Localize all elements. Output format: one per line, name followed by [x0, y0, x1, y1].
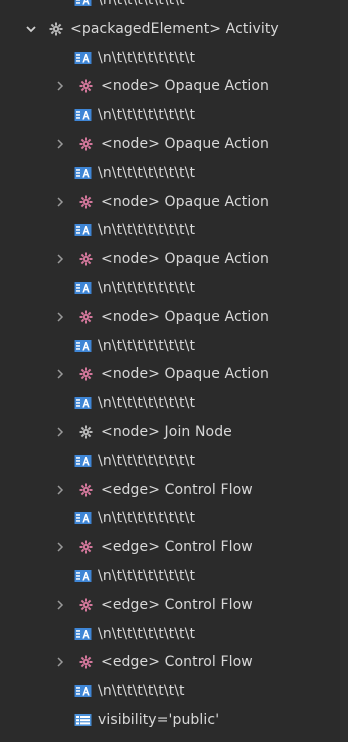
text-node-icon — [74, 166, 92, 182]
tree-row-label: <node> Opaque Action — [101, 308, 270, 325]
element-gear-icon-pink — [78, 78, 94, 94]
chevron-right-icon[interactable] — [53, 598, 67, 612]
chevron-right-icon[interactable] — [53, 483, 67, 497]
tree-row-label: <node> Opaque Action — [101, 193, 270, 210]
tree-row[interactable]: \n\t\t\t\t\t\t\t\t — [0, 447, 348, 475]
tree-row-label: \n\t\t\t\t\t\t\t\t — [98, 452, 196, 469]
xml-outline-tree[interactable]: \n\t\t\t\t\t\t\t <packagedElement> Activ… — [0, 0, 348, 742]
tree-row-label: \n\t\t\t\t\t\t\t\t — [98, 107, 196, 124]
tree-row[interactable]: <node> Opaque Action — [0, 72, 348, 100]
tree-row[interactable]: \n\t\t\t\t\t\t\t — [0, 0, 348, 14]
tree-row[interactable]: <node> Opaque Action — [0, 303, 348, 331]
text-node-icon — [74, 339, 92, 355]
tree-row-label: visibility='public' — [98, 712, 220, 728]
tree-row[interactable]: <node> Opaque Action — [0, 130, 348, 158]
element-gear-icon-gray — [48, 21, 64, 37]
attribute-icon — [74, 713, 92, 729]
chevron-right-icon[interactable] — [53, 655, 67, 669]
tree-row[interactable]: \n\t\t\t\t\t\t\t\t — [0, 620, 348, 648]
element-gear-icon-pink — [78, 539, 94, 555]
text-node-icon — [74, 51, 92, 67]
element-gear-icon-pink — [78, 597, 94, 613]
tree-row[interactable]: <edge> Control Flow — [0, 648, 348, 676]
text-node-icon — [74, 684, 92, 700]
element-gear-icon-pink — [78, 654, 94, 670]
scrollbar-track[interactable] — [340, 0, 348, 742]
text-node-icon — [74, 223, 92, 239]
element-gear-icon-pink — [78, 136, 94, 152]
tree-row-label: \n\t\t\t\t\t\t\t\t — [98, 510, 196, 527]
tree-row-label: <node> Join Node — [101, 424, 232, 440]
tree-row-label: <node> Opaque Action — [101, 251, 270, 268]
element-gear-icon-pink — [78, 309, 94, 325]
tree-row[interactable]: \n\t\t\t\t\t\t\t\t — [0, 562, 348, 590]
tree-row-label: <packagedElement> Activity — [70, 20, 279, 37]
tree-row[interactable]: <edge> Control Flow — [0, 476, 348, 504]
chevron-right-icon[interactable] — [53, 310, 67, 324]
tree-row-label: \n\t\t\t\t\t\t\t\t — [98, 395, 196, 412]
text-node-icon — [74, 281, 92, 297]
chevron-right-icon[interactable] — [53, 137, 67, 151]
tree-row-label: \n\t\t\t\t\t\t\t\t — [98, 49, 196, 66]
tree-row-label: \n\t\t\t\t\t\t\t\t — [98, 164, 196, 181]
chevron-right-icon[interactable] — [53, 367, 67, 381]
tree-row[interactable]: \n\t\t\t\t\t\t\t\t — [0, 274, 348, 302]
tree-row-label: \n\t\t\t\t\t\t\t\t — [98, 222, 196, 239]
tree-row[interactable]: <packagedElement> Activity — [0, 15, 348, 43]
tree-row[interactable]: \n\t\t\t\t\t\t\t — [0, 677, 348, 705]
tree-row[interactable]: \n\t\t\t\t\t\t\t\t — [0, 389, 348, 417]
tree-row-label: \n\t\t\t\t\t\t\t\t — [98, 625, 196, 642]
tree-row-label: \n\t\t\t\t\t\t\t — [98, 683, 185, 700]
tree-row[interactable]: <edge> Control Flow — [0, 591, 348, 619]
element-gear-icon-pink — [78, 194, 94, 210]
chevron-right-icon[interactable] — [53, 252, 67, 266]
tree-row-label: <node> Opaque Action — [101, 78, 270, 95]
element-gear-icon-pink — [78, 482, 94, 498]
text-node-icon — [74, 569, 92, 585]
text-node-icon — [74, 627, 92, 643]
tree-row-label: \n\t\t\t\t\t\t\t\t — [98, 280, 196, 296]
tree-row[interactable]: visibility='public' — [0, 706, 348, 734]
tree-row[interactable]: \n\t\t\t\t\t\t\t\t — [0, 159, 348, 187]
chevron-right-icon[interactable] — [53, 425, 67, 439]
tree-row[interactable]: \n\t\t\t\t\t\t\t\t — [0, 332, 348, 360]
tree-row-label: \n\t\t\t\t\t\t\t\t — [98, 337, 196, 354]
text-node-icon — [74, 454, 92, 470]
text-node-icon — [74, 396, 92, 412]
tree-row[interactable]: \n\t\t\t\t\t\t\t\t — [0, 101, 348, 129]
tree-row[interactable]: <edge> Control Flow — [0, 533, 348, 561]
tree-row[interactable]: <node> Opaque Action — [0, 188, 348, 216]
chevron-down-icon[interactable] — [24, 22, 38, 36]
tree-row-label: \n\t\t\t\t\t\t\t — [98, 0, 185, 8]
tree-row[interactable]: \n\t\t\t\t\t\t\t\t — [0, 216, 348, 244]
text-node-icon — [74, 0, 92, 9]
tree-row[interactable]: \n\t\t\t\t\t\t\t\t — [0, 44, 348, 72]
tree-row[interactable]: <node> Opaque Action — [0, 360, 348, 388]
tree-row-label: <edge> Control Flow — [101, 539, 253, 556]
element-gear-icon-pink — [78, 251, 94, 267]
tree-row[interactable]: <node> Join Node — [0, 418, 348, 446]
tree-row-label: <edge> Control Flow — [101, 596, 253, 613]
tree-row-label: <edge> Control Flow — [101, 481, 253, 498]
tree-row[interactable]: <node> Opaque Action — [0, 245, 348, 273]
text-node-icon — [74, 511, 92, 527]
text-node-icon — [74, 108, 92, 124]
tree-row-label: <edge> Control Flow — [101, 654, 253, 671]
tree-row[interactable]: \n\t\t\t\t\t\t\t\t — [0, 504, 348, 532]
tree-row-label: <node> Opaque Action — [101, 136, 270, 152]
chevron-right-icon[interactable] — [53, 195, 67, 209]
chevron-right-icon[interactable] — [53, 540, 67, 554]
tree-row-label: \n\t\t\t\t\t\t\t\t — [98, 568, 196, 584]
tree-row-label: <node> Opaque Action — [101, 366, 270, 383]
element-gear-icon-gray — [78, 424, 94, 440]
element-gear-icon-pink — [78, 366, 94, 382]
chevron-right-icon[interactable] — [53, 79, 67, 93]
